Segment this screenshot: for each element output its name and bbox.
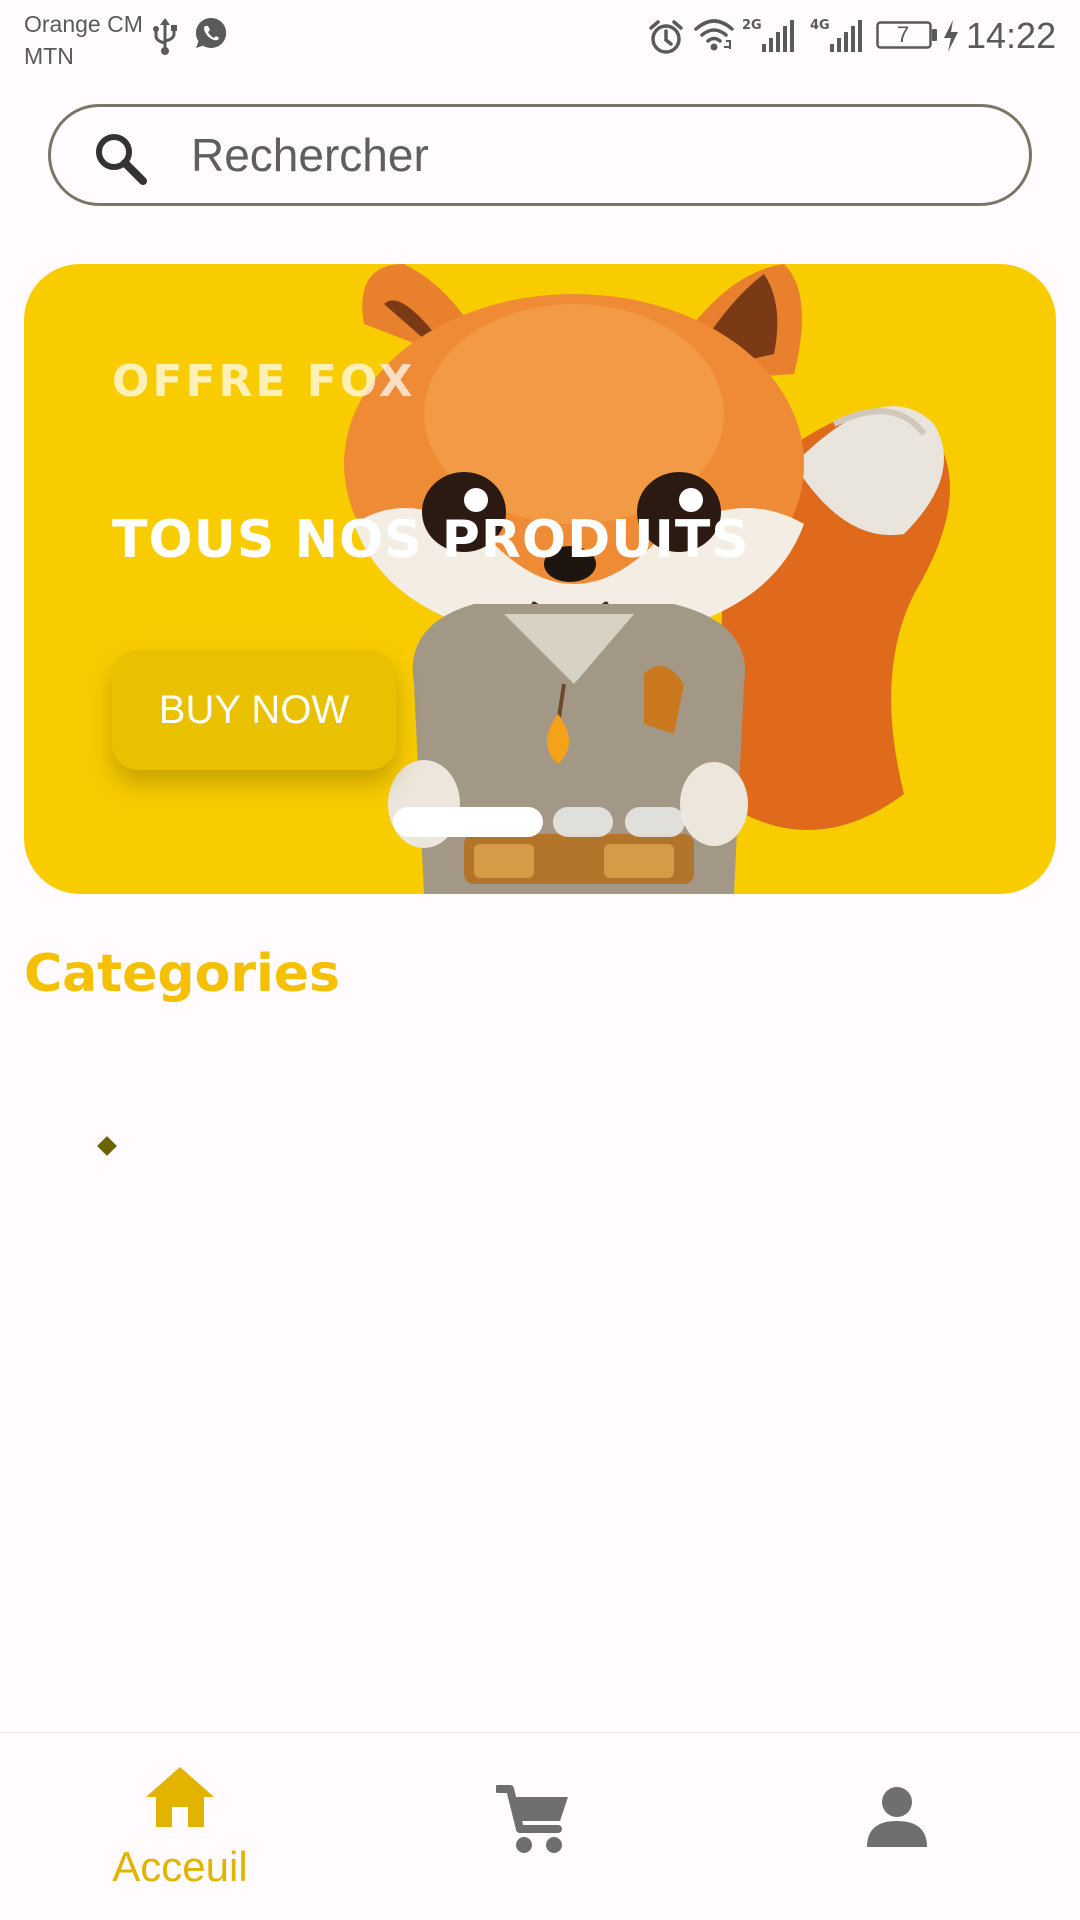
signal-4g-icon: 4G [810,18,862,52]
charging-icon [944,20,958,52]
status-bar: Orange CM MTN 2G 4G 7 14:22 [0,0,1080,76]
svg-text:4G: 4G [810,18,830,33]
profile-icon [867,1787,927,1847]
carrier-name-1: Orange CM [24,11,143,37]
wifi-icon [694,19,734,51]
search-icon [96,134,147,185]
carrier-info: Orange CM MTN [24,8,143,72]
promo-title: TOUS NOS PRODUITS [112,510,750,570]
promo-banner[interactable]: OFFRE FOX TOUS NOS PRODUITS BUY NOW [24,264,1056,894]
home-icon [146,1767,214,1827]
cart-icon [496,1785,568,1853]
alarm-icon [649,20,683,54]
carousel-dot[interactable] [625,807,685,837]
promo-eyebrow: OFFRE FOX [112,356,416,407]
app-screen: Orange CM MTN 2G 4G 7 14:22 Rechercher O… [0,0,1080,1920]
nav-label-home: Acceuil [112,1843,248,1890]
whatsapp-icon [195,17,227,48]
status-time: 14:22 [966,15,1057,56]
carousel-dot[interactable] [553,807,613,837]
search-input[interactable] [191,125,971,185]
categories-heading: Categories [24,944,341,1004]
nav-item-home[interactable]: Acceuil [0,1733,360,1920]
carousel-dot-active[interactable] [393,807,543,837]
loading-indicator [97,1136,117,1156]
nav-item-cart[interactable] [360,1733,720,1920]
usb-icon [153,18,177,55]
nav-item-profile[interactable] [720,1733,1080,1920]
bottom-navigation: Acceuil [0,1732,1080,1920]
signal-2g-icon: 2G [742,18,794,52]
battery-level: 7 [896,22,910,47]
carrier-name-2: MTN [24,43,74,69]
svg-text:2G: 2G [742,18,762,33]
search-bar[interactable] [48,104,1032,206]
buy-now-button[interactable]: BUY NOW [112,650,396,770]
